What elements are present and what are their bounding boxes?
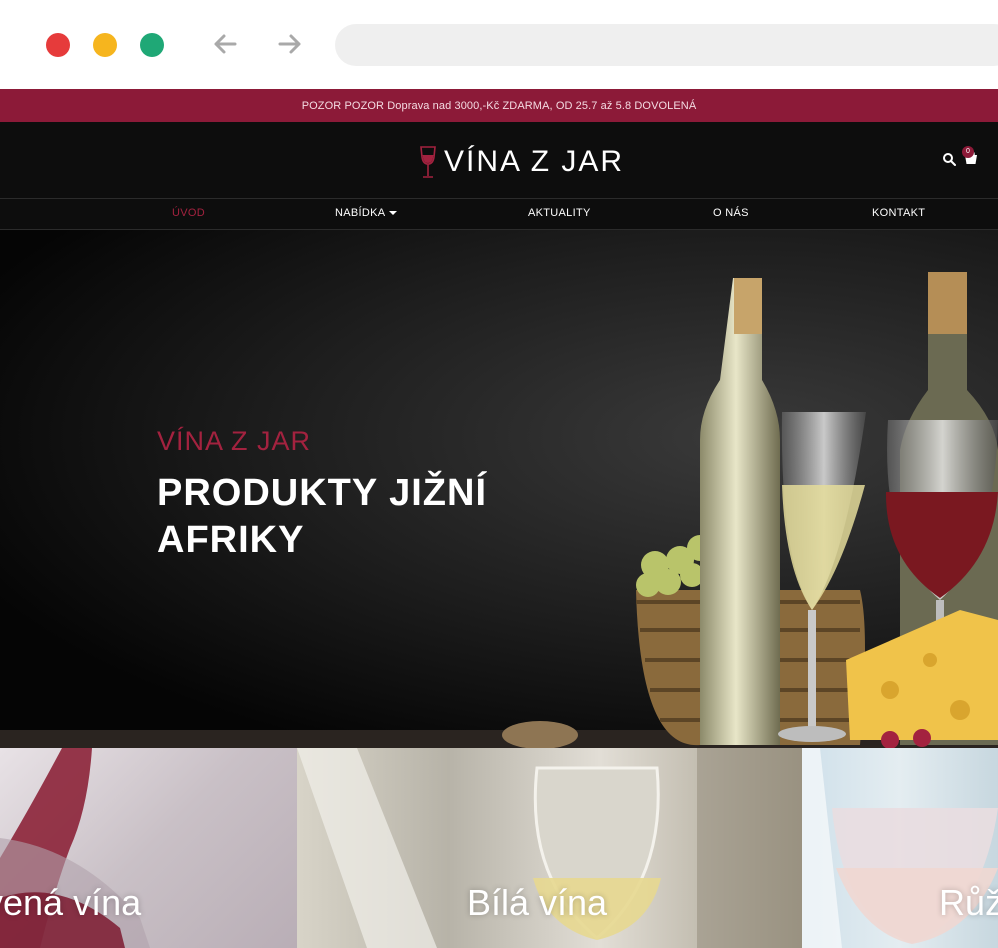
main-nav: ÚVOD NABÍDKA AKTUALITY O NÁS KONTAKT <box>0 198 998 230</box>
hero-banner: VÍNA Z JAR PRODUKTY JIŽNÍ AFRIKY <box>0 230 998 748</box>
browser-chrome <box>0 0 998 89</box>
cart-count-badge: 0 <box>962 146 974 158</box>
nav-item-label: ÚVOD <box>172 207 205 219</box>
hero-title: PRODUKTY JIŽNÍ AFRIKY <box>157 472 488 561</box>
back-arrow-icon[interactable] <box>211 32 239 56</box>
category-label: Růž <box>939 882 998 923</box>
nav-item-aktuality[interactable]: AKTUALITY <box>528 207 591 219</box>
category-label: vená vína <box>0 882 142 923</box>
address-bar[interactable] <box>335 24 998 66</box>
announcement-bar: POZOR POZOR Doprava nad 3000,-Kč ZDARMA,… <box>0 89 998 122</box>
search-icon[interactable] <box>942 152 956 166</box>
site-header: VÍNA Z JAR 0 <box>0 122 998 198</box>
wine-glass-icon <box>420 146 436 178</box>
category-label: Bílá vína <box>467 882 608 923</box>
nav-item-label: AKTUALITY <box>528 207 591 219</box>
category-tiles: vená vína Bílá vína Růž <box>0 748 998 948</box>
nav-item-label: KONTAKT <box>872 207 926 219</box>
nav-item-o-nas[interactable]: O NÁS <box>713 207 749 219</box>
nav-item-nabidka[interactable]: NABÍDKA <box>335 207 398 219</box>
category-tile-red-wine[interactable]: vená vína <box>0 748 297 948</box>
hero-subtitle: VÍNA Z JAR <box>157 426 312 456</box>
caret-down-icon <box>389 211 398 216</box>
nav-item-label: NABÍDKA <box>335 207 386 219</box>
category-tile-rose-wine[interactable]: Růž <box>802 748 998 948</box>
category-tile-white-wine[interactable]: Bílá vína <box>297 748 802 948</box>
nav-item-uvod[interactable]: ÚVOD <box>172 207 205 219</box>
site-logo[interactable]: VÍNA Z JAR <box>418 144 624 180</box>
logo-text: VÍNA Z JAR <box>444 145 625 178</box>
minimize-window-button[interactable] <box>93 33 117 57</box>
nav-item-label: O NÁS <box>713 207 749 219</box>
maximize-window-button[interactable] <box>140 33 164 57</box>
forward-arrow-icon[interactable] <box>276 32 304 56</box>
nav-item-kontakt[interactable]: KONTAKT <box>872 207 925 219</box>
close-window-button[interactable] <box>46 33 70 57</box>
announcement-text: POZOR POZOR Doprava nad 3000,-Kč ZDARMA,… <box>301 99 697 112</box>
